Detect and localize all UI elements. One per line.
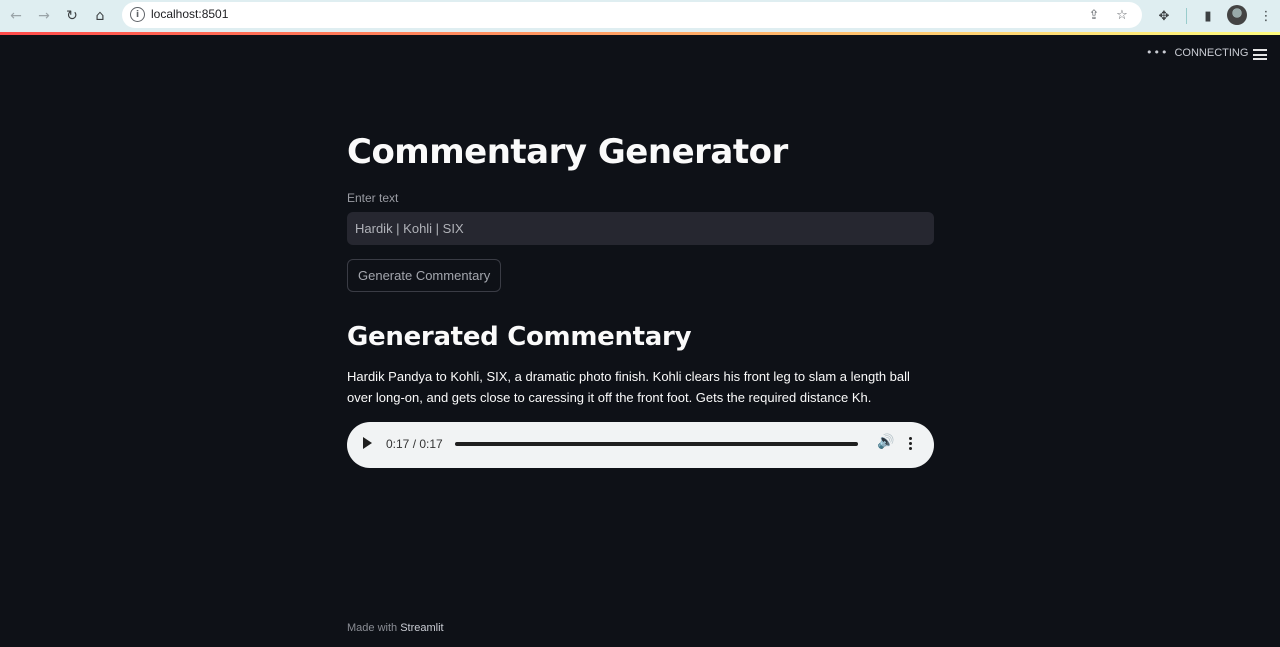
input-label: Enter text [347,191,399,205]
home-icon[interactable]: ⌂ [89,5,111,27]
url-text[interactable]: localhost:8501 [151,7,228,21]
hamburger-menu-icon[interactable] [1253,49,1267,60]
page-title: Commentary Generator [347,132,788,172]
audio-time: 0:17 / 0:17 [386,437,443,451]
main-content: Commentary Generator Enter text Generate… [347,130,934,468]
play-icon[interactable] [363,437,372,449]
bookmark-star-icon[interactable]: ☆ [1112,5,1132,25]
browser-menu-icon[interactable]: ⋮ [1255,5,1277,27]
site-info-icon[interactable]: i [130,7,145,22]
audio-player: 0:17 / 0:17 🔊 [347,422,934,468]
footer: Made with Streamlit [347,622,444,634]
commentary-text: Hardik Pandya to Kohli, SIX, a dramatic … [347,369,910,405]
browser-toolbar: ← → ↻ ⌂ i localhost:8501 ⇪ ☆ ✥ ▮ ⋮ [0,0,1280,32]
audio-progress-bar[interactable] [455,442,858,446]
status-text: CONNECTING [1174,46,1249,59]
side-panel-icon[interactable]: ▮ [1197,5,1219,27]
profile-avatar[interactable] [1227,5,1247,25]
forward-icon[interactable]: → [33,5,55,27]
text-input[interactable] [347,212,934,245]
connection-status: ••• CONNECTING [1146,46,1248,59]
output-heading: Generated Commentary [347,322,692,352]
status-dots-icon: ••• [1146,46,1169,59]
reload-icon[interactable]: ↻ [61,5,83,27]
share-icon[interactable]: ⇪ [1084,5,1104,25]
footer-prefix: Made with [347,622,398,634]
toolbar-separator [1186,8,1187,24]
address-bar[interactable]: i localhost:8501 ⇪ ☆ [122,2,1142,28]
volume-icon[interactable]: 🔊 [877,434,894,454]
streamlit-decoration-line [0,32,1280,35]
extensions-icon[interactable]: ✥ [1153,5,1175,27]
audio-more-options-icon[interactable] [909,437,913,452]
back-icon[interactable]: ← [5,5,27,27]
generate-commentary-button[interactable]: Generate Commentary [347,259,502,292]
streamlit-link[interactable]: Streamlit [400,622,443,634]
